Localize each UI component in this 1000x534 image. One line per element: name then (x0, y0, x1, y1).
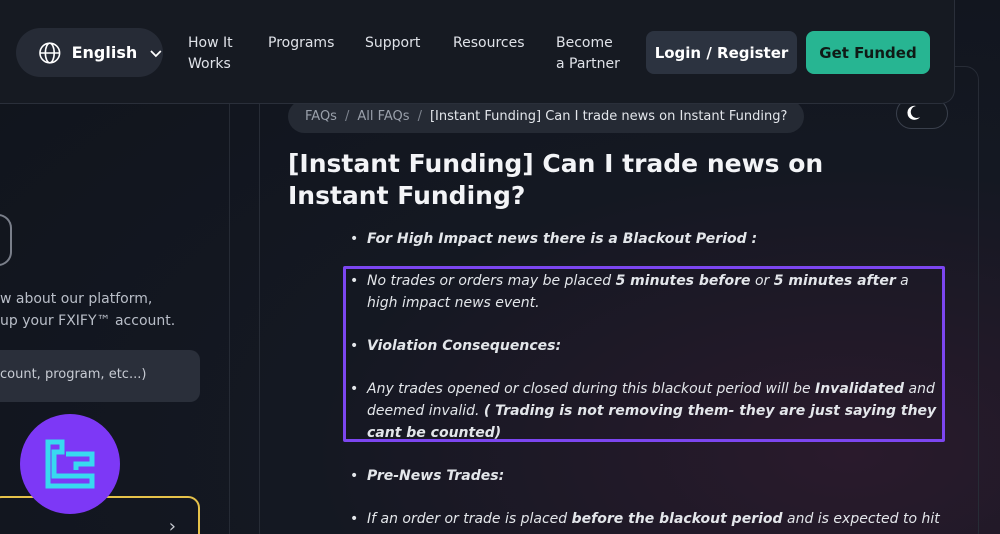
chevron-down-icon (150, 49, 162, 57)
list-item: If an order or trade is placed before th… (350, 508, 940, 534)
breadcrumb-faqs[interactable]: FAQs (305, 109, 337, 124)
moon-icon (907, 105, 920, 120)
top-navbar: English How It Works Programs Support Re… (0, 0, 955, 104)
get-funded-button[interactable]: Get Funded (806, 31, 930, 74)
list-text: If an order or trade is placed (367, 511, 572, 527)
language-selector[interactable]: English (16, 28, 163, 77)
list-text-bold: before the blackout period (571, 511, 783, 527)
nav-resources[interactable]: Resources (453, 33, 525, 54)
breadcrumb-current: [Instant Funding] Can I trade news on In… (429, 109, 788, 124)
breadcrumb-separator: / (344, 109, 350, 124)
sidebar-description: w about our platform, up your FXIFY™ acc… (0, 291, 176, 329)
language-label: English (71, 43, 138, 62)
nav-how-it-works[interactable]: How It Works (188, 33, 233, 75)
list-item: Pre-News Trades: (350, 465, 940, 487)
search-input[interactable]: count, program, etc...) (0, 350, 200, 402)
bullet-heading: For High Impact news there is a Blackout… (367, 231, 758, 247)
bullet-heading: Pre-News Trades: (367, 468, 505, 484)
sidebar-divider (229, 104, 230, 534)
globe-icon (39, 41, 61, 64)
highlight-box (343, 266, 945, 442)
breadcrumb: FAQs / All FAQs / [Instant Funding] Can … (288, 100, 805, 133)
login-register-button[interactable]: Login / Register (646, 31, 797, 74)
nav-programs[interactable]: Programs (268, 33, 334, 54)
decorative-glyph (0, 214, 12, 266)
chevron-right-icon: › (168, 516, 176, 534)
breadcrumb-all-faqs[interactable]: All FAQs (357, 109, 409, 124)
breadcrumb-separator: / (417, 109, 422, 124)
list-item: For High Impact news there is a Blackout… (350, 228, 940, 250)
nav-support[interactable]: Support (365, 33, 420, 54)
tradingfinder-logo-icon (20, 414, 120, 514)
page-title: [Instant Funding] Can I trade news on In… (288, 149, 824, 210)
nav-become-partner[interactable]: Become a Partner (556, 33, 620, 75)
